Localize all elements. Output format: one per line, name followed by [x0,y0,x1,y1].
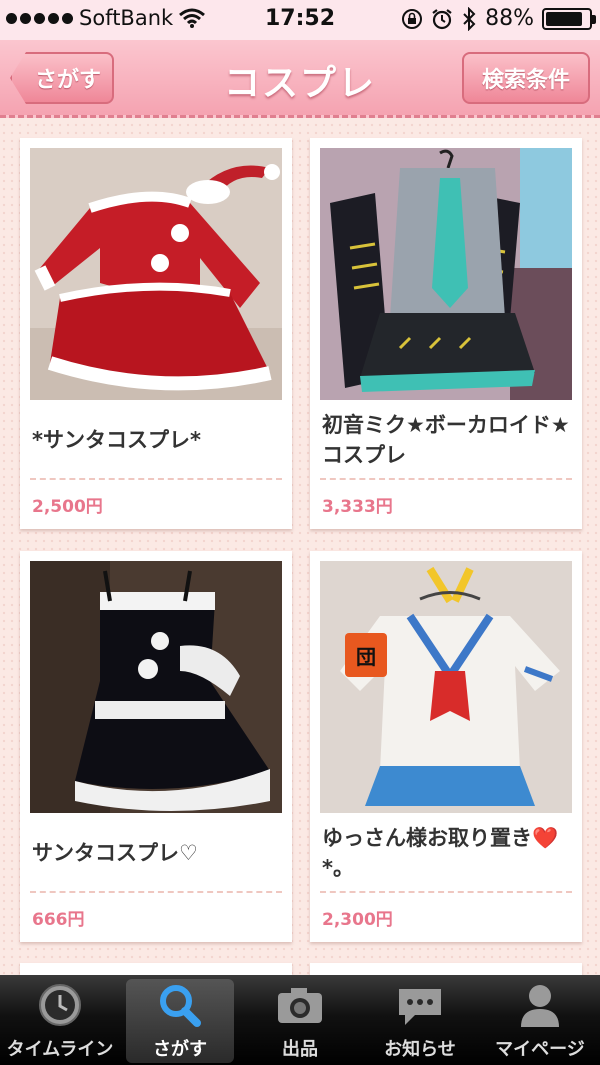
speech-bubble-icon [399,989,441,1025]
divider [30,478,282,480]
tab-notifications[interactable]: お知らせ [360,975,480,1065]
person-icon [521,985,559,1027]
sailor-uniform-photo: 団 [320,561,572,813]
divider [30,891,282,893]
camera-icon [278,988,322,1023]
clock-icon [39,984,81,1026]
search-icon [160,985,201,1027]
tab-timeline[interactable]: タイムライン [0,975,120,1065]
tab-label: 出品 [282,1039,318,1060]
tab-sell[interactable]: 出品 [240,975,360,1065]
battery-percent: 88% [485,6,534,31]
product-grid: *サンタコスプレ* 2,500円 初音ミク★ボーカロイド★コスプレ 3,333円… [0,121,600,976]
product-title: *サンタコスプレ* [32,428,201,452]
navigation-bar: さがす コスプレ 検索条件 [0,40,600,118]
tab-label: さがす [153,1039,207,1060]
rotation-lock-icon [402,8,423,29]
divider [320,891,572,893]
bluetooth-icon [463,6,476,31]
product-price: 2,500円 [32,497,103,517]
battery-icon [542,7,596,30]
tab-label: お知らせ [384,1039,456,1060]
alarm-icon [432,8,452,29]
product-card[interactable]: *サンタコスプレ* 2,500円 [20,138,292,529]
svg-text:団: 団 [356,645,376,669]
product-price: 666円 [32,910,85,930]
status-bar: SoftBank 17:52 88% [0,0,600,40]
product-title: ゆっさん様お取り置き❤️*。 [322,826,559,880]
tab-search[interactable]: さがす [120,975,240,1065]
product-title: サンタコスプレ♡ [32,841,198,865]
search-conditions-button[interactable]: 検索条件 [462,52,590,104]
product-card[interactable]: 団 ゆっさん様お取り置き❤️*。 2,300円 [310,551,582,942]
product-card[interactable]: 初音ミク★ボーカロイド★コスプレ 3,333円 [310,138,582,529]
product-card[interactable]: サンタコスプレ♡ 666円 [20,551,292,942]
product-price: 3,333円 [322,497,393,517]
red-santa-costume-photo [30,148,282,400]
tab-mypage[interactable]: マイページ [480,975,600,1065]
product-price: 2,300円 [322,910,393,930]
divider [320,478,572,480]
product-title: 初音ミク★ボーカロイド★コスプレ [322,413,570,467]
black-santa-costume-photo [30,561,282,813]
miku-costume-photo [320,148,572,400]
tab-bar: タイムライン さがす 出品 お知らせ マイページ [0,975,600,1065]
tab-label: マイページ [495,1039,585,1060]
tab-label: タイムライン [6,1039,114,1060]
